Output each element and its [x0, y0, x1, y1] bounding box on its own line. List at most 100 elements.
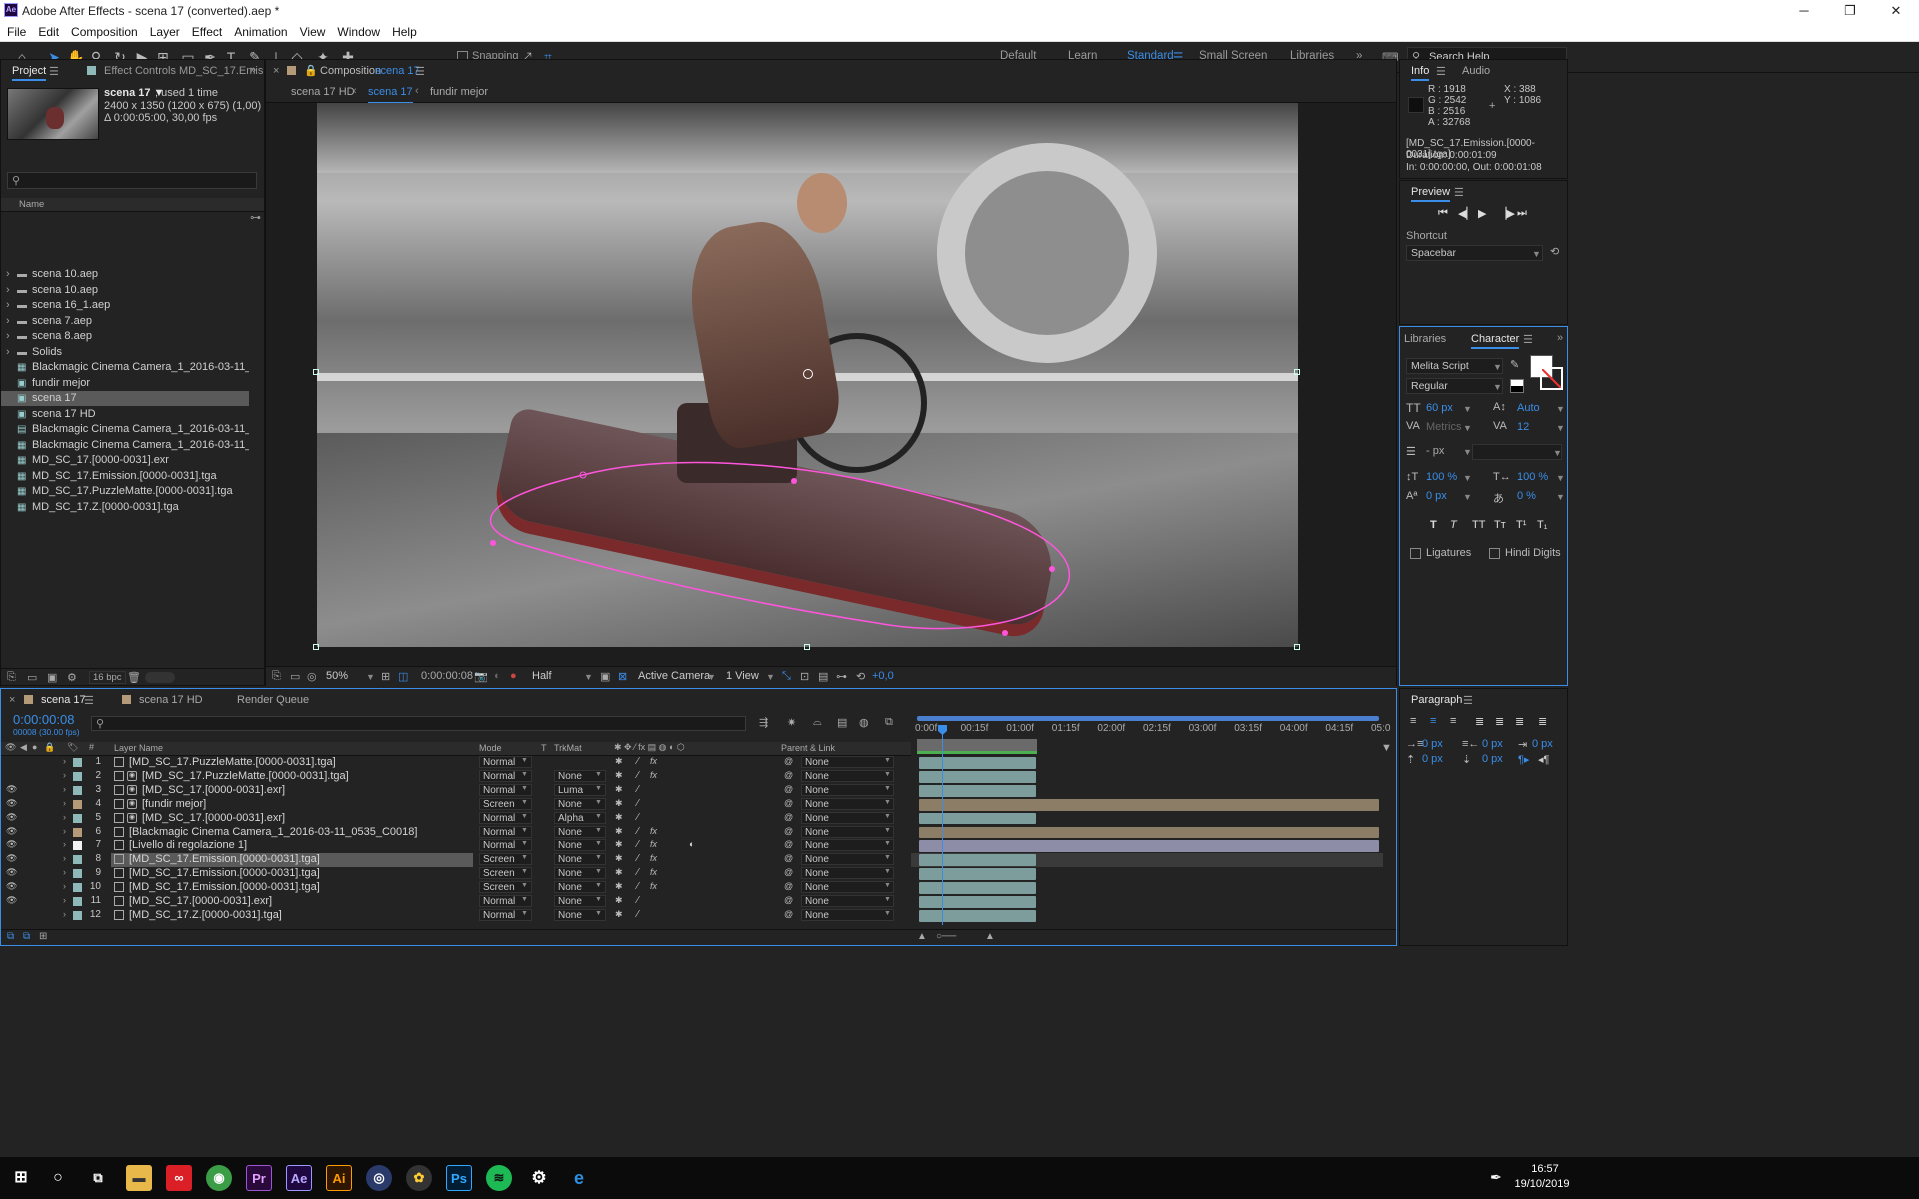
menu-window[interactable]: Window: [330, 22, 385, 39]
quality-switch-icon[interactable]: ⁄: [637, 839, 639, 850]
eyedropper-icon[interactable]: ✎: [1510, 358, 1519, 371]
quality-switch-icon[interactable]: ⁄: [637, 867, 639, 878]
show-snapshot-icon[interactable]: ◐: [494, 670, 501, 682]
tsume-value[interactable]: 0 %: [1517, 490, 1536, 502]
eye-icon[interactable]: 👁: [6, 839, 17, 850]
pick-whip-icon[interactable]: @: [784, 770, 793, 780]
justify-left-icon[interactable]: ≣: [1475, 715, 1484, 728]
composition-tab-name[interactable]: scena 17: [375, 65, 420, 77]
stroke-color-swatch[interactable]: [1540, 367, 1563, 390]
pick-whip-icon[interactable]: @: [784, 853, 793, 863]
reset-icon[interactable]: ⟲: [1550, 245, 1559, 258]
premiere-icon[interactable]: Pr: [246, 1165, 272, 1191]
layer-row[interactable]: 👁 › 8 [MD_SC_17.Emission.[0000-0031].tga] Sc…: [1, 853, 1396, 868]
previous-frame-icon[interactable]: ◀▏: [1458, 207, 1475, 220]
pick-whip-icon[interactable]: @: [784, 895, 793, 905]
column-name[interactable]: Name: [19, 199, 44, 210]
layer-row[interactable]: › 1 [MD_SC_17.PuzzleMatte.[0000-0031].tga]…: [1, 756, 1396, 770]
composition-viewer[interactable]: [317, 103, 1298, 647]
frame-blending-icon[interactable]: ▤: [837, 716, 847, 729]
stroke-style-select[interactable]: ▼: [1472, 444, 1562, 460]
project-search-input[interactable]: ⚲: [7, 172, 257, 189]
justify-center-icon[interactable]: ≣: [1495, 715, 1504, 728]
vertical-scale-value[interactable]: 100 %: [1426, 471, 1457, 483]
twirl-icon[interactable]: ›: [63, 853, 66, 863]
menu-animation[interactable]: Animation: [227, 22, 292, 39]
eye-icon[interactable]: 👁: [6, 812, 17, 823]
clock-date[interactable]: 19/10/2019: [1512, 1178, 1572, 1190]
project-item[interactable]: › ▬ scena 8.aep: [1, 329, 249, 344]
parent-select[interactable]: None: [801, 825, 894, 838]
parent-select[interactable]: None: [801, 769, 894, 782]
menu-edit[interactable]: Edit: [31, 22, 64, 39]
close-comp-panel-icon[interactable]: ×: [273, 65, 279, 77]
quality-switch-icon[interactable]: ⁄: [637, 798, 639, 809]
eye-icon[interactable]: 👁: [6, 881, 17, 892]
minimize-button[interactable]: ─: [1781, 0, 1827, 22]
info-menu-icon[interactable]: ☰: [1436, 65, 1446, 78]
transform-handle[interactable]: [804, 644, 810, 650]
in-out-toggle-icon[interactable]: ⊞: [39, 931, 47, 942]
effects-switch-icon[interactable]: fx: [650, 770, 657, 780]
quality-switch-icon[interactable]: ⁄: [637, 784, 639, 795]
last-frame-icon[interactable]: ⏭: [1517, 207, 1527, 220]
layer-duration-bar[interactable]: [919, 896, 1036, 908]
draft-3d-icon[interactable]: ✷: [787, 716, 796, 729]
quality-switch-icon[interactable]: ⁄: [637, 812, 639, 823]
cinema4d-icon[interactable]: ◎: [366, 1165, 392, 1191]
tab-character[interactable]: Character: [1471, 333, 1520, 349]
vr-icon[interactable]: ◎: [307, 670, 317, 683]
rtl-direction-icon[interactable]: ◂¶: [1538, 753, 1549, 766]
align-left-icon[interactable]: ≡: [1410, 715, 1416, 727]
ltr-direction-icon[interactable]: ¶▸: [1518, 753, 1529, 766]
layer-name[interactable]: [MD_SC_17.[0000-0031].exr]: [129, 895, 272, 907]
pick-whip-icon[interactable]: @: [784, 784, 793, 794]
tab-scena-17[interactable]: scena 17: [41, 694, 86, 706]
ligatures-checkbox[interactable]: [1410, 548, 1421, 559]
reset-exposure-icon[interactable]: ⟲: [856, 670, 865, 683]
project-item[interactable]: ▦ MD_SC_17.Emission.[0000-0031].tga: [1, 469, 249, 484]
davinci-icon[interactable]: ✿: [406, 1165, 432, 1191]
layer-name[interactable]: [MD_SC_17.[0000-0031].exr]: [142, 784, 285, 796]
quality-switch-icon[interactable]: ⁄: [637, 770, 639, 781]
label-color-swatch[interactable]: [73, 869, 82, 879]
twirl-icon[interactable]: ›: [6, 345, 10, 360]
view-layout-select[interactable]: 1 View: [726, 670, 759, 682]
space-after-value[interactable]: 0 px: [1482, 753, 1503, 765]
mask-visibility-icon[interactable]: ◫: [398, 670, 408, 683]
file-explorer-icon[interactable]: ▬: [126, 1165, 152, 1191]
shy-switch-icon[interactable]: ✱: [615, 853, 623, 864]
layer-duration-bar[interactable]: [919, 909, 1036, 922]
edge-icon[interactable]: e: [566, 1165, 592, 1191]
quality-switch-icon[interactable]: ⁄: [637, 826, 639, 837]
lock-column-icon[interactable]: 🔒: [44, 742, 55, 753]
timeline-icon[interactable]: ▤: [818, 670, 828, 683]
layer-name[interactable]: [MD_SC_17.PuzzleMatte.[0000-0031].tga]: [129, 756, 336, 768]
settings-icon[interactable]: ⚙: [526, 1165, 552, 1191]
shy-switch-icon[interactable]: ✱: [615, 770, 623, 781]
shy-switch-icon[interactable]: ✱: [615, 756, 623, 767]
time-ruler[interactable]: 0:00f 00:15f 01:00f 01:15f 02:00f 02:15f 03:00…: [915, 713, 1390, 756]
photoshop-icon[interactable]: Ps: [446, 1165, 472, 1191]
pick-whip-icon[interactable]: @: [784, 839, 793, 849]
region-of-interest-icon[interactable]: ▣: [600, 670, 610, 683]
first-frame-icon[interactable]: ⏮: [1438, 207, 1448, 220]
pen-workspace-icon[interactable]: ✒: [1490, 1169, 1502, 1186]
flowchart-icon[interactable]: ⊶: [836, 670, 847, 683]
effects-switch-icon[interactable]: fx: [650, 756, 657, 766]
current-time-display[interactable]: 0:00:00:08: [421, 670, 473, 682]
tab-info[interactable]: Info: [1411, 65, 1430, 81]
baseline-shift-value[interactable]: 0 px: [1426, 490, 1447, 502]
eye-icon[interactable]: 👁: [6, 784, 17, 795]
twirl-icon[interactable]: ›: [6, 314, 10, 329]
transform-handle[interactable]: [313, 644, 319, 650]
exposure-value[interactable]: +0,0: [872, 670, 894, 682]
align-right-icon[interactable]: ≡: [1450, 715, 1456, 727]
project-item[interactable]: › ▬ scena 16_1.aep: [1, 298, 249, 313]
shy-switch-icon[interactable]: ✱: [615, 812, 623, 823]
thumbnail-size-slider[interactable]: [145, 672, 175, 683]
pick-whip-icon[interactable]: @: [784, 826, 793, 836]
resolution-select[interactable]: Half: [532, 670, 552, 682]
pick-whip-icon[interactable]: @: [784, 812, 793, 822]
shy-switch-icon[interactable]: ✱: [615, 839, 623, 850]
